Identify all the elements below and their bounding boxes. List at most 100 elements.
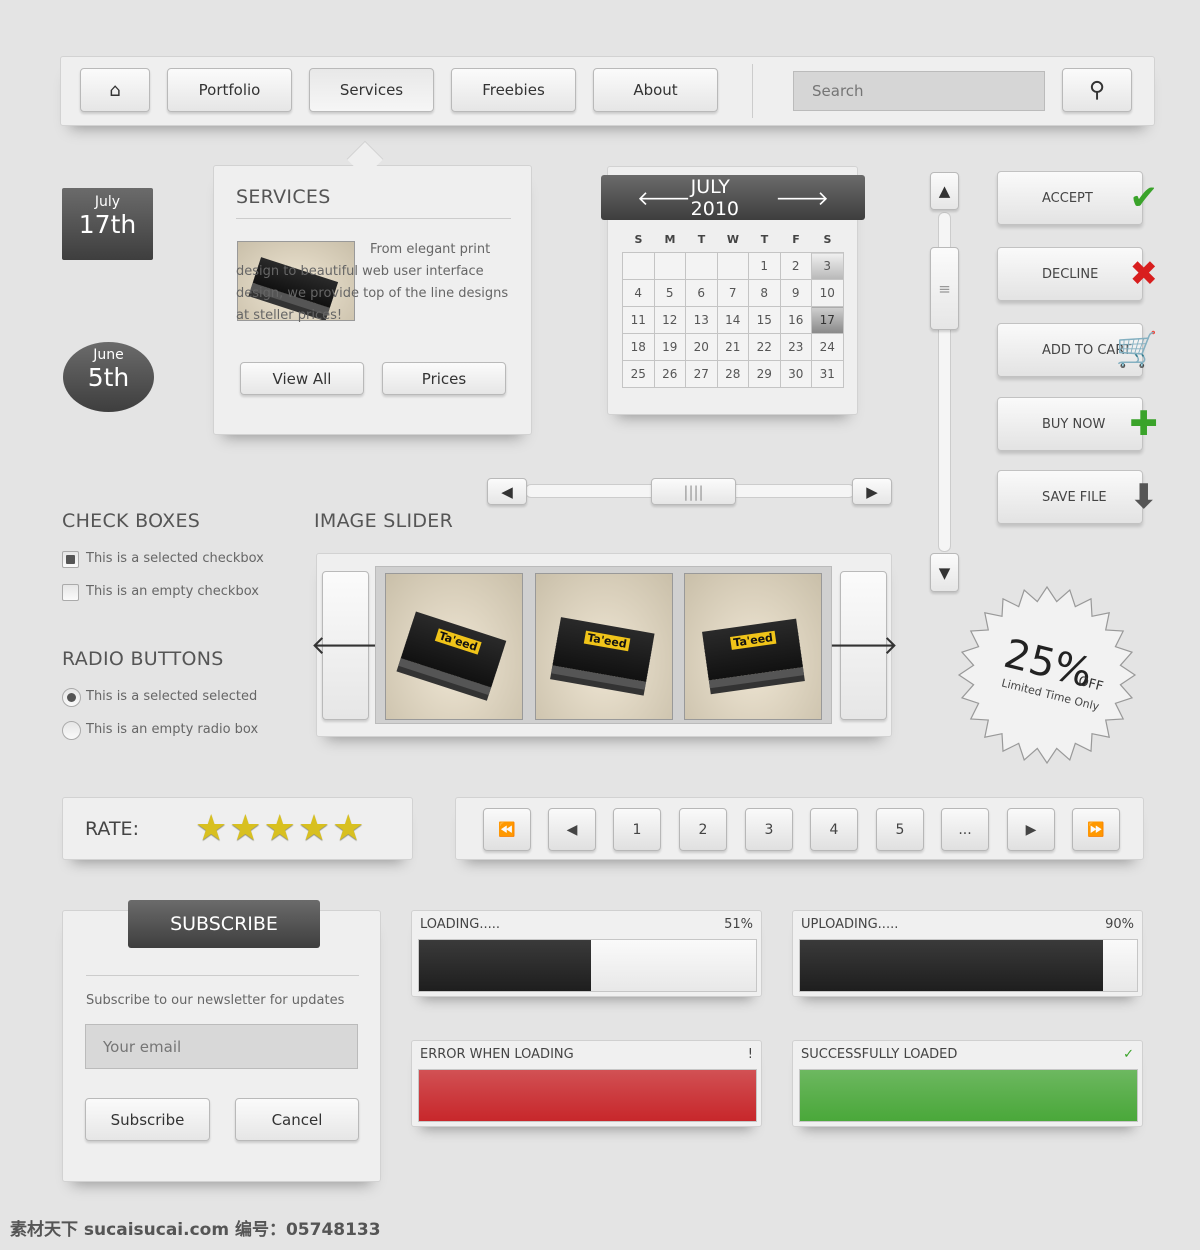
prices-button[interactable]: Prices (382, 362, 506, 395)
calendar-day[interactable]: 21 (716, 333, 749, 361)
calendar-day[interactable]: 3 (811, 252, 844, 280)
progress-label: LOADING..... (420, 917, 500, 932)
page-button[interactable]: 2 (679, 808, 727, 851)
slider-image[interactable]: Ta'eed (684, 573, 822, 720)
last-page-button[interactable]: ⏩ (1072, 808, 1120, 851)
nav-about[interactable]: About (593, 68, 718, 112)
radio-empty[interactable] (62, 721, 81, 740)
page-button[interactable]: 4 (810, 808, 858, 851)
radios-title: RADIO BUTTONS (62, 648, 224, 670)
page-button[interactable]: 3 (745, 808, 793, 851)
buy-now-button[interactable]: BUY NOW ✚ (997, 397, 1158, 451)
slider-image[interactable]: Ta'eed (535, 573, 673, 720)
calendar-day[interactable]: 30 (779, 360, 812, 388)
calendar-day (716, 252, 749, 280)
calendar-day[interactable]: 11 (622, 306, 655, 334)
scroll-up-button[interactable]: ▲ (930, 172, 959, 210)
star-rating[interactable]: ★★★★★ (195, 808, 366, 849)
scroll-left-button[interactable]: ◀ (487, 478, 527, 505)
checkbox-label: This is a selected checkbox (86, 551, 264, 566)
calendar-day[interactable]: 13 (685, 306, 718, 334)
star-icon[interactable]: ★ (298, 808, 332, 849)
calendar-day[interactable]: 24 (811, 333, 844, 361)
calendar-day[interactable]: 31 (811, 360, 844, 388)
day-of-week: S (634, 233, 643, 246)
decline-button[interactable]: DECLINE ✖ (997, 247, 1158, 301)
calendar-day[interactable]: 6 (685, 279, 718, 307)
calendar-day[interactable]: 4 (622, 279, 655, 307)
home-button[interactable]: ⌂ (80, 68, 150, 112)
search-button[interactable]: ⚲ (1062, 68, 1132, 112)
calendar-day[interactable]: 1 (748, 252, 781, 280)
page-button[interactable]: 5 (876, 808, 924, 851)
page-button[interactable]: ... (941, 808, 989, 851)
horizontal-scroll-thumb[interactable]: |||| (651, 478, 736, 505)
next-month-icon[interactable]: 🡒 (775, 186, 829, 210)
checkbox-selected[interactable] (62, 551, 79, 568)
calendar-day[interactable]: 22 (748, 333, 781, 361)
calendar-day[interactable]: 26 (653, 360, 686, 388)
checkbox-empty[interactable] (62, 584, 79, 601)
date-month: July (94, 194, 121, 210)
calendar-day[interactable]: 5 (653, 279, 686, 307)
star-icon[interactable]: ★ (332, 808, 366, 849)
calendar-day[interactable]: 23 (779, 333, 812, 361)
add-to-cart-button[interactable]: ADD TO CART 🛒 (997, 323, 1158, 377)
nav-services[interactable]: Services (309, 68, 434, 112)
calendar-day[interactable]: 17 (811, 306, 844, 334)
subscribe-button[interactable]: Subscribe (85, 1098, 210, 1141)
calendar-day[interactable]: 9 (779, 279, 812, 307)
calendar-day[interactable]: 14 (716, 306, 749, 334)
calendar-day[interactable]: 25 (622, 360, 655, 388)
radio-selected[interactable] (62, 688, 81, 707)
slider-prev-button[interactable]: 🡐 (311, 571, 380, 720)
star-icon[interactable]: ★ (195, 808, 229, 849)
next-page-button[interactable]: ▶ (1007, 808, 1055, 851)
calendar-day[interactable]: 8 (748, 279, 781, 307)
day-of-week: F (792, 233, 800, 246)
home-icon: ⌂ (109, 79, 121, 101)
calendar-day[interactable]: 16 (779, 306, 812, 334)
progress-bar: UPLOADING..... 90% (792, 910, 1143, 997)
prev-page-button[interactable]: ◀ (548, 808, 596, 851)
calendar-day[interactable]: 19 (653, 333, 686, 361)
arrow-left-icon: ◀ (501, 482, 513, 501)
arrow-right-icon: ▶ (866, 482, 878, 501)
scroll-right-button[interactable]: ▶ (852, 478, 892, 505)
calendar-day[interactable]: 7 (716, 279, 749, 307)
accept-button[interactable]: ACCEPT ✔ (997, 171, 1158, 225)
checkbox-label: This is an empty checkbox (86, 584, 259, 599)
vertical-scroll-thumb[interactable]: ≡ (930, 247, 959, 330)
progress-label: SUCCESSFULLY LOADED (801, 1047, 958, 1062)
save-file-button[interactable]: SAVE FILE ⬇ (997, 470, 1158, 524)
prev-month-icon[interactable]: 🡐 (637, 186, 691, 210)
nav-portfolio[interactable]: Portfolio (167, 68, 292, 112)
star-icon[interactable]: ★ (229, 808, 263, 849)
calendar-day[interactable]: 28 (716, 360, 749, 388)
calendar-day[interactable]: 15 (748, 306, 781, 334)
progress-value: 51% (724, 917, 753, 932)
cancel-button[interactable]: Cancel (235, 1098, 359, 1141)
calendar-day[interactable]: 29 (748, 360, 781, 388)
first-page-button[interactable]: ⏪ (483, 808, 531, 851)
slider-image[interactable]: Ta'eed (385, 573, 523, 720)
calendar-day[interactable]: 10 (811, 279, 844, 307)
button-label: ACCEPT (1042, 190, 1093, 206)
page-button[interactable]: 1 (613, 808, 661, 851)
calendar-day[interactable]: 2 (779, 252, 812, 280)
view-all-button[interactable]: View All (240, 362, 364, 395)
progress-track (799, 939, 1138, 992)
search-input[interactable] (793, 71, 1045, 111)
calendar-day (685, 252, 718, 280)
calendar-day[interactable]: 18 (622, 333, 655, 361)
slider-next-button[interactable]: 🡒 (829, 571, 898, 720)
calendar-day[interactable]: 27 (685, 360, 718, 388)
arrow-up-icon: ▲ (938, 182, 951, 200)
email-input[interactable] (85, 1024, 358, 1069)
star-icon[interactable]: ★ (264, 808, 298, 849)
calendar-day[interactable]: 12 (653, 306, 686, 334)
calendar-grid: 1 2 3 4 5 6 7 8 9 10 11 12 13 14 15 16 17 18 19 20 21 22 23 24 2… (622, 252, 844, 388)
button-label: BUY NOW (1042, 416, 1106, 432)
calendar-day[interactable]: 20 (685, 333, 718, 361)
nav-freebies[interactable]: Freebies (451, 68, 576, 112)
